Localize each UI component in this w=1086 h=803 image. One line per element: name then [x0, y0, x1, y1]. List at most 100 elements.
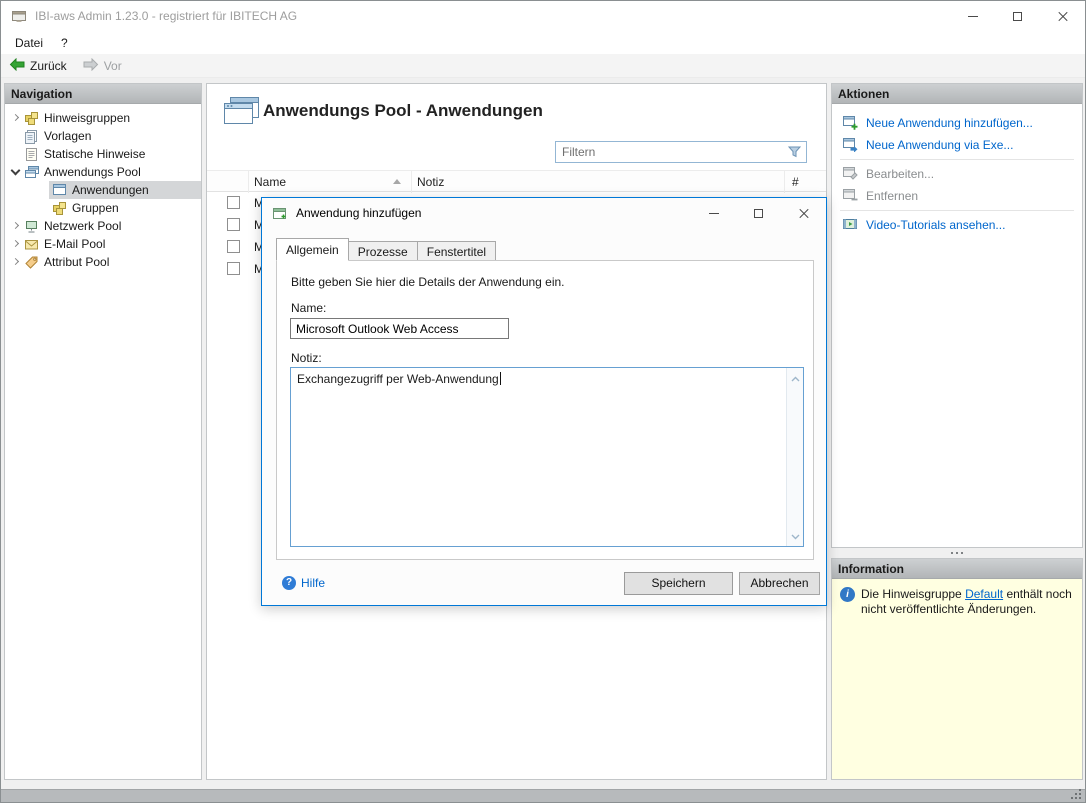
- vorlagen-icon: [23, 129, 40, 144]
- scroll-up-icon[interactable]: [791, 371, 800, 385]
- nav-item-anwendungs-pool[interactable]: Anwendungs Pool: [5, 163, 201, 181]
- information-header: Information: [832, 559, 1082, 579]
- column-select[interactable]: [207, 171, 249, 193]
- filter-input[interactable]: [556, 142, 806, 162]
- tab-allgemein[interactable]: Allgemein: [276, 238, 349, 261]
- row-checkbox[interactable]: [227, 196, 240, 209]
- action-label: Neue Anwendung via Exe...: [866, 138, 1013, 152]
- edit-icon: [842, 165, 858, 183]
- window-controls: [950, 1, 1085, 32]
- nav-item-netzwerk-pool[interactable]: Netzwerk Pool: [5, 217, 201, 235]
- minimize-icon: [709, 213, 719, 214]
- nav-label: Gruppen: [72, 201, 119, 215]
- splitter-grip-icon: [956, 552, 958, 554]
- nav-item-statische-hinweise[interactable]: Statische Hinweise: [5, 145, 201, 163]
- menubar: Datei ?: [1, 32, 1085, 54]
- statusbar: [1, 789, 1085, 802]
- row-checkbox[interactable]: [227, 218, 240, 231]
- close-button[interactable]: [1040, 1, 1085, 32]
- filter-box: [555, 141, 807, 163]
- action-edit[interactable]: Bearbeiten...: [832, 163, 1082, 185]
- page-title: Anwendungs Pool - Anwendungen: [263, 101, 543, 121]
- dialog-minimize-button[interactable]: [691, 198, 736, 229]
- add-application-dialog: Anwendung hinzufügen Allgemein Prozesse …: [261, 197, 827, 606]
- actions-separator: [840, 159, 1074, 160]
- chevron-right-icon[interactable]: [9, 237, 23, 251]
- resize-grip[interactable]: [1071, 789, 1081, 799]
- row-checkbox[interactable]: [227, 240, 240, 253]
- dialog-icon: [272, 206, 288, 225]
- maximize-icon: [1013, 12, 1022, 21]
- dialog-intro-text: Bitte geben Sie hier die Details der Anw…: [291, 275, 565, 289]
- menu-datei[interactable]: Datei: [6, 32, 52, 54]
- chevron-right-icon[interactable]: [9, 111, 23, 125]
- resize-grip-icon: [1079, 797, 1081, 799]
- information-body: i Die Hinweisgruppe Default enthält noch…: [832, 579, 1082, 779]
- action-add-application-via-exe[interactable]: Neue Anwendung via Exe...: [832, 134, 1082, 156]
- chevron-right-icon[interactable]: [9, 255, 23, 269]
- navigation-tree: Hinweisgruppen Vorlagen Statische Hinwei…: [5, 104, 201, 271]
- video-icon: [842, 217, 858, 234]
- column-name[interactable]: Name: [249, 171, 412, 193]
- maximize-icon: [754, 209, 763, 218]
- nav-item-vorlagen[interactable]: Vorlagen: [5, 127, 201, 145]
- column-notiz[interactable]: Notiz: [412, 171, 785, 193]
- default-group-link[interactable]: Default: [965, 587, 1003, 601]
- notiz-scrollbar[interactable]: [786, 368, 803, 546]
- dialog-titlebar[interactable]: Anwendung hinzufügen: [262, 198, 826, 229]
- chevron-spacer: [9, 147, 23, 161]
- nav-item-gruppen[interactable]: Gruppen: [49, 199, 201, 217]
- scroll-down-icon[interactable]: [791, 529, 800, 543]
- tab-prozesse[interactable]: Prozesse: [348, 241, 418, 261]
- actions-separator: [840, 210, 1074, 211]
- anwendungs-pool-icon: [23, 165, 40, 180]
- sort-ascending-icon: [393, 179, 401, 184]
- close-icon: [1057, 11, 1069, 23]
- nav-label: Statische Hinweise: [44, 147, 145, 161]
- back-button[interactable]: Zurück: [1, 54, 75, 78]
- action-label: Bearbeiten...: [866, 167, 934, 181]
- actions-header: Aktionen: [832, 84, 1082, 104]
- action-video-tutorials[interactable]: Video-Tutorials ansehen...: [832, 214, 1082, 236]
- row-checkbox[interactable]: [227, 262, 240, 275]
- dialog-title: Anwendung hinzufügen: [296, 198, 421, 229]
- nav-item-email-pool[interactable]: E-Mail Pool: [5, 235, 201, 253]
- nav-item-hinweisgruppen[interactable]: Hinweisgruppen: [5, 109, 201, 127]
- cancel-button[interactable]: Abbrechen: [739, 572, 820, 595]
- attribut-pool-icon: [23, 255, 40, 270]
- action-add-application[interactable]: Neue Anwendung hinzufügen...: [832, 112, 1082, 134]
- anwendungen-icon: [51, 183, 68, 198]
- notiz-field[interactable]: Exchangezugriff per Web-Anwendung: [290, 367, 804, 547]
- chevron-right-icon[interactable]: [9, 219, 23, 233]
- app-icon: [11, 8, 27, 27]
- nav-item-attribut-pool[interactable]: Attribut Pool: [5, 253, 201, 271]
- notiz-label: Notiz:: [291, 351, 322, 365]
- info-icon: i: [840, 587, 855, 602]
- panel-splitter[interactable]: [831, 548, 1083, 558]
- tab-fenstertitel[interactable]: Fenstertitel: [417, 241, 496, 261]
- filter-funnel-icon[interactable]: [788, 146, 801, 161]
- menu-help[interactable]: ?: [52, 32, 77, 54]
- maximize-button[interactable]: [995, 1, 1040, 32]
- forward-button[interactable]: Vor: [75, 54, 130, 78]
- save-button[interactable]: Speichern: [624, 572, 733, 595]
- help-link[interactable]: ? Hilfe: [282, 576, 325, 590]
- back-label: Zurück: [30, 59, 67, 73]
- information-panel: Information i Die Hinweisgruppe Default …: [831, 558, 1083, 780]
- dialog-close-button[interactable]: [781, 198, 826, 229]
- dialog-controls: [691, 198, 826, 229]
- minimize-button[interactable]: [950, 1, 995, 32]
- column-count[interactable]: #: [785, 171, 826, 193]
- remove-icon: [842, 187, 858, 205]
- dialog-maximize-button[interactable]: [736, 198, 781, 229]
- name-field[interactable]: [290, 318, 509, 339]
- info-text-before: Die Hinweisgruppe: [861, 587, 962, 601]
- action-remove[interactable]: Entfernen: [832, 185, 1082, 207]
- statische-hinweise-icon: [23, 147, 40, 162]
- hinweisgruppen-icon: [23, 111, 40, 126]
- chevron-down-icon[interactable]: [9, 165, 23, 179]
- chevron-spacer: [9, 129, 23, 143]
- nav-item-anwendungen[interactable]: Anwendungen: [49, 181, 201, 199]
- titlebar[interactable]: IBI-aws Admin 1.23.0 - registriert für I…: [1, 1, 1085, 32]
- nav-label: Anwendungen: [72, 183, 149, 197]
